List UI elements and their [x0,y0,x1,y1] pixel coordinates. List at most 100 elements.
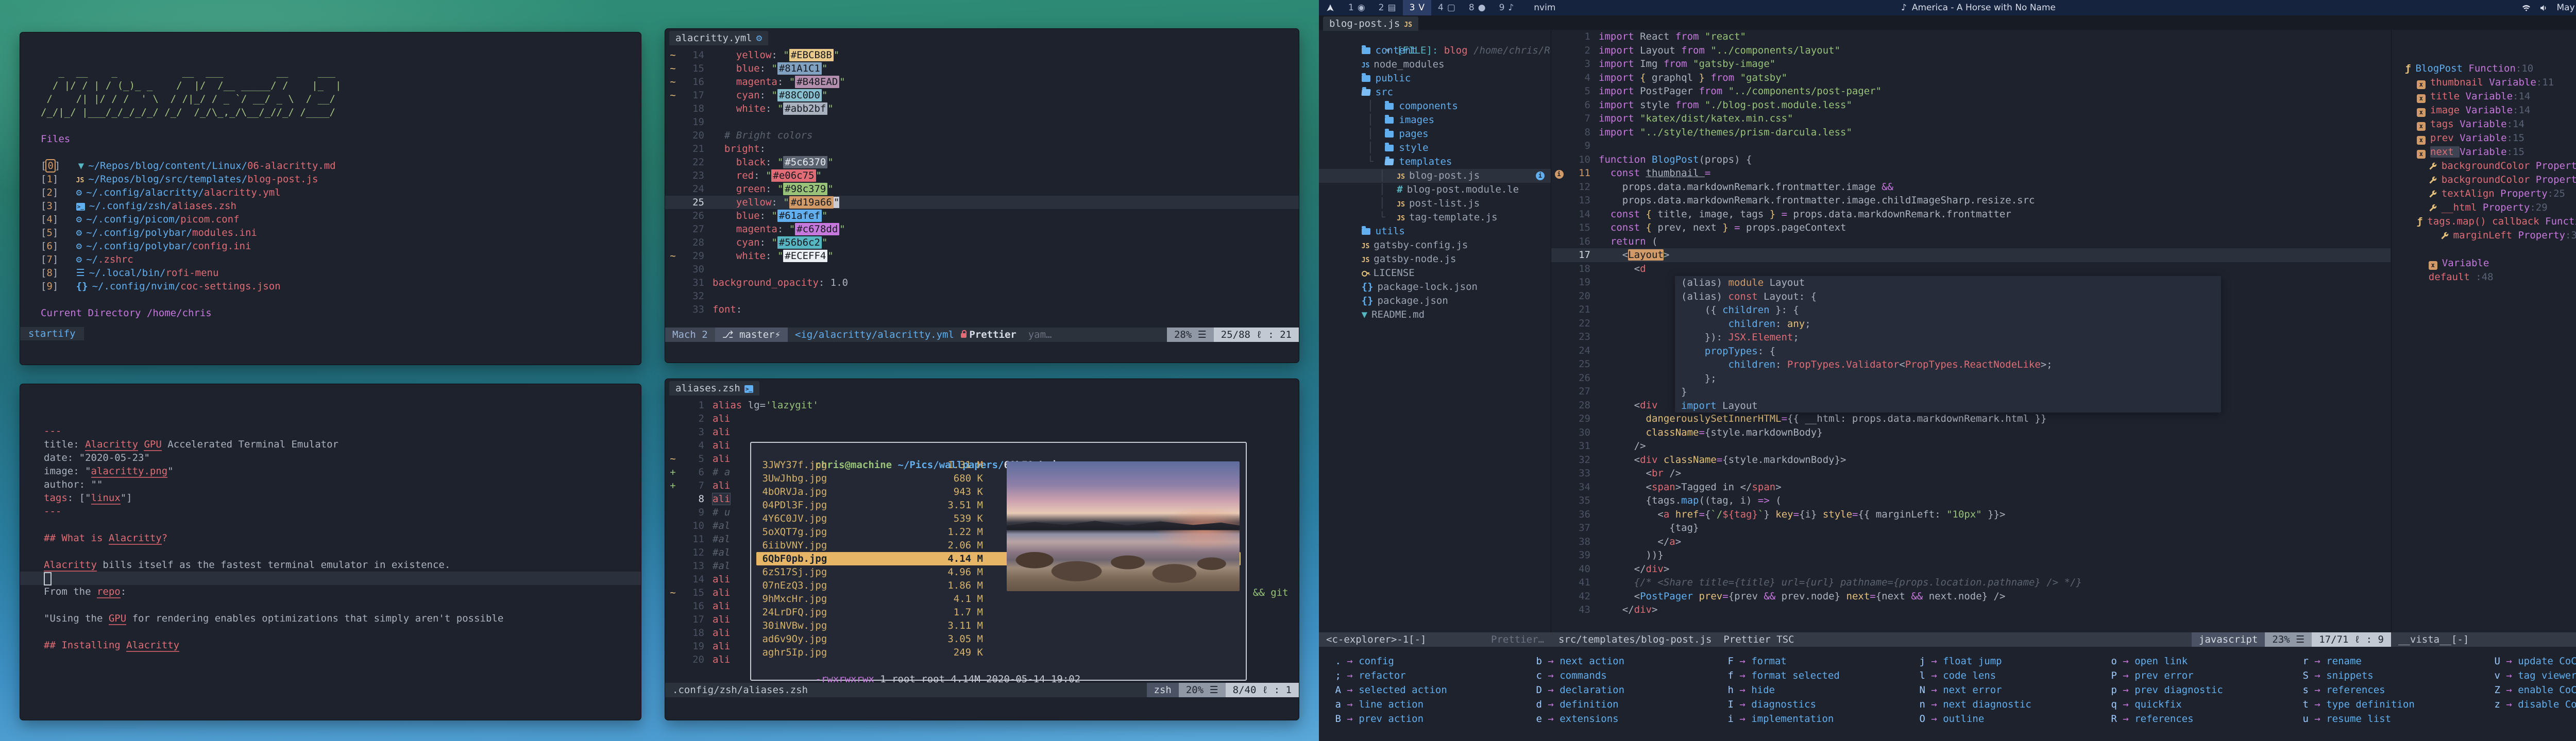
tree-item-blog-post-module-le[interactable]: │ #blog-post.module.le [1319,183,1551,197]
tree-item-pages[interactable]: │ pages [1319,127,1551,141]
startify-entry[interactable]: [1] JS~/Repos/blog/src/templates/blog-po… [41,173,641,186]
whichkey-binding-format[interactable]: F → format [1722,654,1913,668]
workspace-9[interactable]: 9♪ [1493,0,1521,15]
whichkey-binding-config[interactable]: . → config [1329,654,1530,668]
outline-item[interactable]: xtags Variable:14 [2392,117,2576,131]
whichkey-binding-extensions[interactable]: e → extensions [1530,712,1722,726]
tree-item-images[interactable]: │ images [1319,113,1551,127]
terminal-startify-window[interactable]: _ __ _ __ ___ __ ___ / |/ / | / (_)_ _ /… [20,32,641,365]
whichkey-binding-definition[interactable]: d → definition [1530,697,1722,712]
tree-item-utils[interactable]: utils [1319,225,1551,238]
tree-item-components[interactable]: │ components [1319,99,1551,113]
fm-file-row[interactable]: aghr5Ip.jpg249 K [756,646,1241,659]
arch-logo-icon[interactable] [1319,3,1342,13]
whichkey-binding-diagnostics[interactable]: I → diagnostics [1722,697,1913,712]
tree-item-templates[interactable]: └ templates [1319,155,1551,169]
tree-item-package-lock-json[interactable]: {}package-lock.json [1319,280,1551,294]
workspace-4[interactable]: 4▢ [1431,0,1462,15]
whichkey-binding-line-action[interactable]: a → line action [1329,697,1530,712]
tree-item-post-list-js[interactable]: │ JSpost-list.js [1319,197,1551,211]
whichkey-binding-enable-coc[interactable]: Z → enable CoC [2488,683,2576,697]
outline-item[interactable]: xtitle Variable:14 [2392,90,2576,104]
whichkey-binding-references[interactable]: R → references [2105,712,2297,726]
workspace-3[interactable]: 3V [1403,0,1431,15]
tree-item-tag-template-js[interactable]: └ JStag-template.js [1319,211,1551,225]
whichkey-binding-next-error[interactable]: N → next error [1913,683,2105,697]
startify-entry[interactable]: [6] ⚙~/.config/polybar/config.ini [41,239,641,253]
startify-entry[interactable]: [4] ⚙~/.config/picom/picom.conf [41,213,641,226]
tree-item-src[interactable]: src [1319,85,1551,99]
whichkey-binding-commands[interactable]: c → commands [1530,668,1722,683]
terminal-alacritty-yml-window[interactable]: alacritty.yml⚙ ~14 yellow: "#EBCB8B"~15 … [665,28,1299,363]
fm-file-row[interactable]: 30iNVBw.jpg3.11 M [756,619,1241,632]
whichkey-binding-float-jump[interactable]: j → float jump [1913,654,2105,668]
outline-item[interactable]: textAlign Property:25 [2392,187,2576,201]
volume-icon[interactable] [2539,3,2548,13]
explorer-root[interactable]: ▾ [FILE]: blog /home/chris/Rep [1319,30,1551,44]
startify-entry[interactable]: [7] ⚙~/.zshrc [41,253,641,266]
outline-item[interactable]: default :48 [2392,270,2576,284]
whichkey-binding-prev-action[interactable]: B → prev action [1329,712,1530,726]
whichkey-binding-code-lens[interactable]: l → code lens [1913,668,2105,683]
terminal-markdown-window[interactable]: ---title: Alacritty GPU Accelerated Term… [20,384,641,720]
fm-file-row[interactable]: 9hMxcHr.jpg4.1 M [756,592,1241,606]
tree-item-style[interactable]: │ style [1319,141,1551,155]
outline-item[interactable]: ƒtags.map() callback Functi [2392,215,2576,229]
startify-entry[interactable]: [8] ☰~/.local/bin/rofi-menu [41,266,641,280]
fm-file-row[interactable]: 24LrDFQ.jpg1.7 M [756,606,1241,619]
file-manager-float[interactable]: chris@machine ~/Pics/wallpapers/6QbF0pb.… [750,442,1247,681]
outline-item[interactable]: ƒBlogPost Function:10 [2392,62,2576,76]
whichkey-binding-selected-action[interactable]: A → selected action [1329,683,1530,697]
workspace-2[interactable]: 2▤ [1372,0,1403,15]
startify-entry[interactable]: [5] ⚙~/.config/polybar/modules.ini [41,226,641,239]
tab-alacritty-yml[interactable]: alacritty.yml⚙ [669,31,768,45]
whichkey-binding-format-selected[interactable]: f → format selected [1722,668,1913,683]
tab-blog-post-js[interactable]: blog-post.jsJS [1323,16,1418,31]
wifi-icon[interactable] [2521,3,2531,13]
outline-item[interactable]: xnext Variable:15 [2392,145,2576,159]
whichkey-binding-next-diagnostic[interactable]: n → next diagnostic [1913,697,2105,712]
whichkey-binding-next-action[interactable]: b → next action [1530,654,1722,668]
workspace-1[interactable]: 1◉ [1342,0,1372,15]
tree-item-node-modules[interactable]: JSnode_modules [1319,58,1551,72]
whichkey-binding-hide[interactable]: h → hide [1722,683,1913,697]
outline-item[interactable]: xprev Variable:15 [2392,131,2576,145]
workspace-8[interactable]: 8● [1462,0,1493,15]
whichkey-binding-quickfix[interactable]: q → quickfix [2105,697,2297,712]
whichkey-binding-implementation[interactable]: i → implementation [1722,712,1913,726]
tree-item-blog-post-js[interactable]: │ JSblog-post.jsi [1319,169,1551,183]
whichkey-binding-open-link[interactable]: o → open link [2105,654,2297,668]
tree-item-content[interactable]: content [1319,44,1551,58]
outline-item[interactable]: backgroundColor Property: [2392,159,2576,173]
polybar-music[interactable]: ♪ America - A Horse with No Name [1901,3,2056,13]
tree-item-public[interactable]: public [1319,72,1551,85]
whichkey-binding-prev-error[interactable]: P → prev error [2105,668,2297,683]
tree-item-gatsby-node-js[interactable]: JSgatsby-node.js [1319,252,1551,266]
whichkey-binding-refactor[interactable]: ; → refactor [1329,668,1530,683]
tab-aliases-zsh[interactable]: aliases.zsh>_ [669,381,759,395]
terminal-aliases-window[interactable]: aliases.zsh>_ 1alias lg='lazygit' 2ali 3… [665,378,1299,720]
whichkey-binding-resume-list[interactable]: u → resume list [2297,712,2488,726]
whichkey-binding-outline[interactable]: O → outline [1913,712,2105,726]
whichkey-binding-disable-coc[interactable]: z → disable CoC [2488,697,2576,712]
whichkey-binding-tag-viewer[interactable]: v → tag viewer [2488,668,2576,683]
tree-item-license[interactable]: LICENSE [1319,266,1551,280]
whichkey-binding-snippets[interactable]: S → snippets [2297,668,2488,683]
fm-file-row[interactable]: ad6v9Oy.jpg3.05 M [756,632,1241,646]
code-editor-pane[interactable]: 1import React from "react" 2import Layou… [1551,30,2391,632]
whichkey-binding-type-definition[interactable]: t → type definition [2297,697,2488,712]
outline-item[interactable]: __html Property:29 [2392,201,2576,215]
outline-item[interactable]: backgroundColor Property: [2392,173,2576,187]
outline-item[interactable]: marginLeft Property:36 [2392,229,2576,243]
outline-item[interactable]: ximage Variable:14 [2392,104,2576,117]
whichkey-binding-rename[interactable]: r → rename [2297,654,2488,668]
tree-item-readme-md[interactable]: ▼README.md [1319,308,1551,322]
whichkey-binding-prev-diagnostic[interactable]: p → prev diagnostic [2105,683,2297,697]
startify-entry[interactable]: [2] ⚙~/.config/alacritty/alacritty.yml [41,186,641,199]
startify-entry[interactable]: [9] {}~/.config/nvim/coc-settings.json [41,280,641,293]
whichkey-binding-declaration[interactable]: D → declaration [1530,683,1722,697]
outline-item[interactable]: xVariable [2392,256,2576,270]
tree-item-package-json[interactable]: {}package.json [1319,294,1551,308]
whichkey-binding-update-coc[interactable]: U → update CoC [2488,654,2576,668]
startify-entry[interactable]: [3] >_~/.config/zsh/aliases.zsh [41,199,641,213]
